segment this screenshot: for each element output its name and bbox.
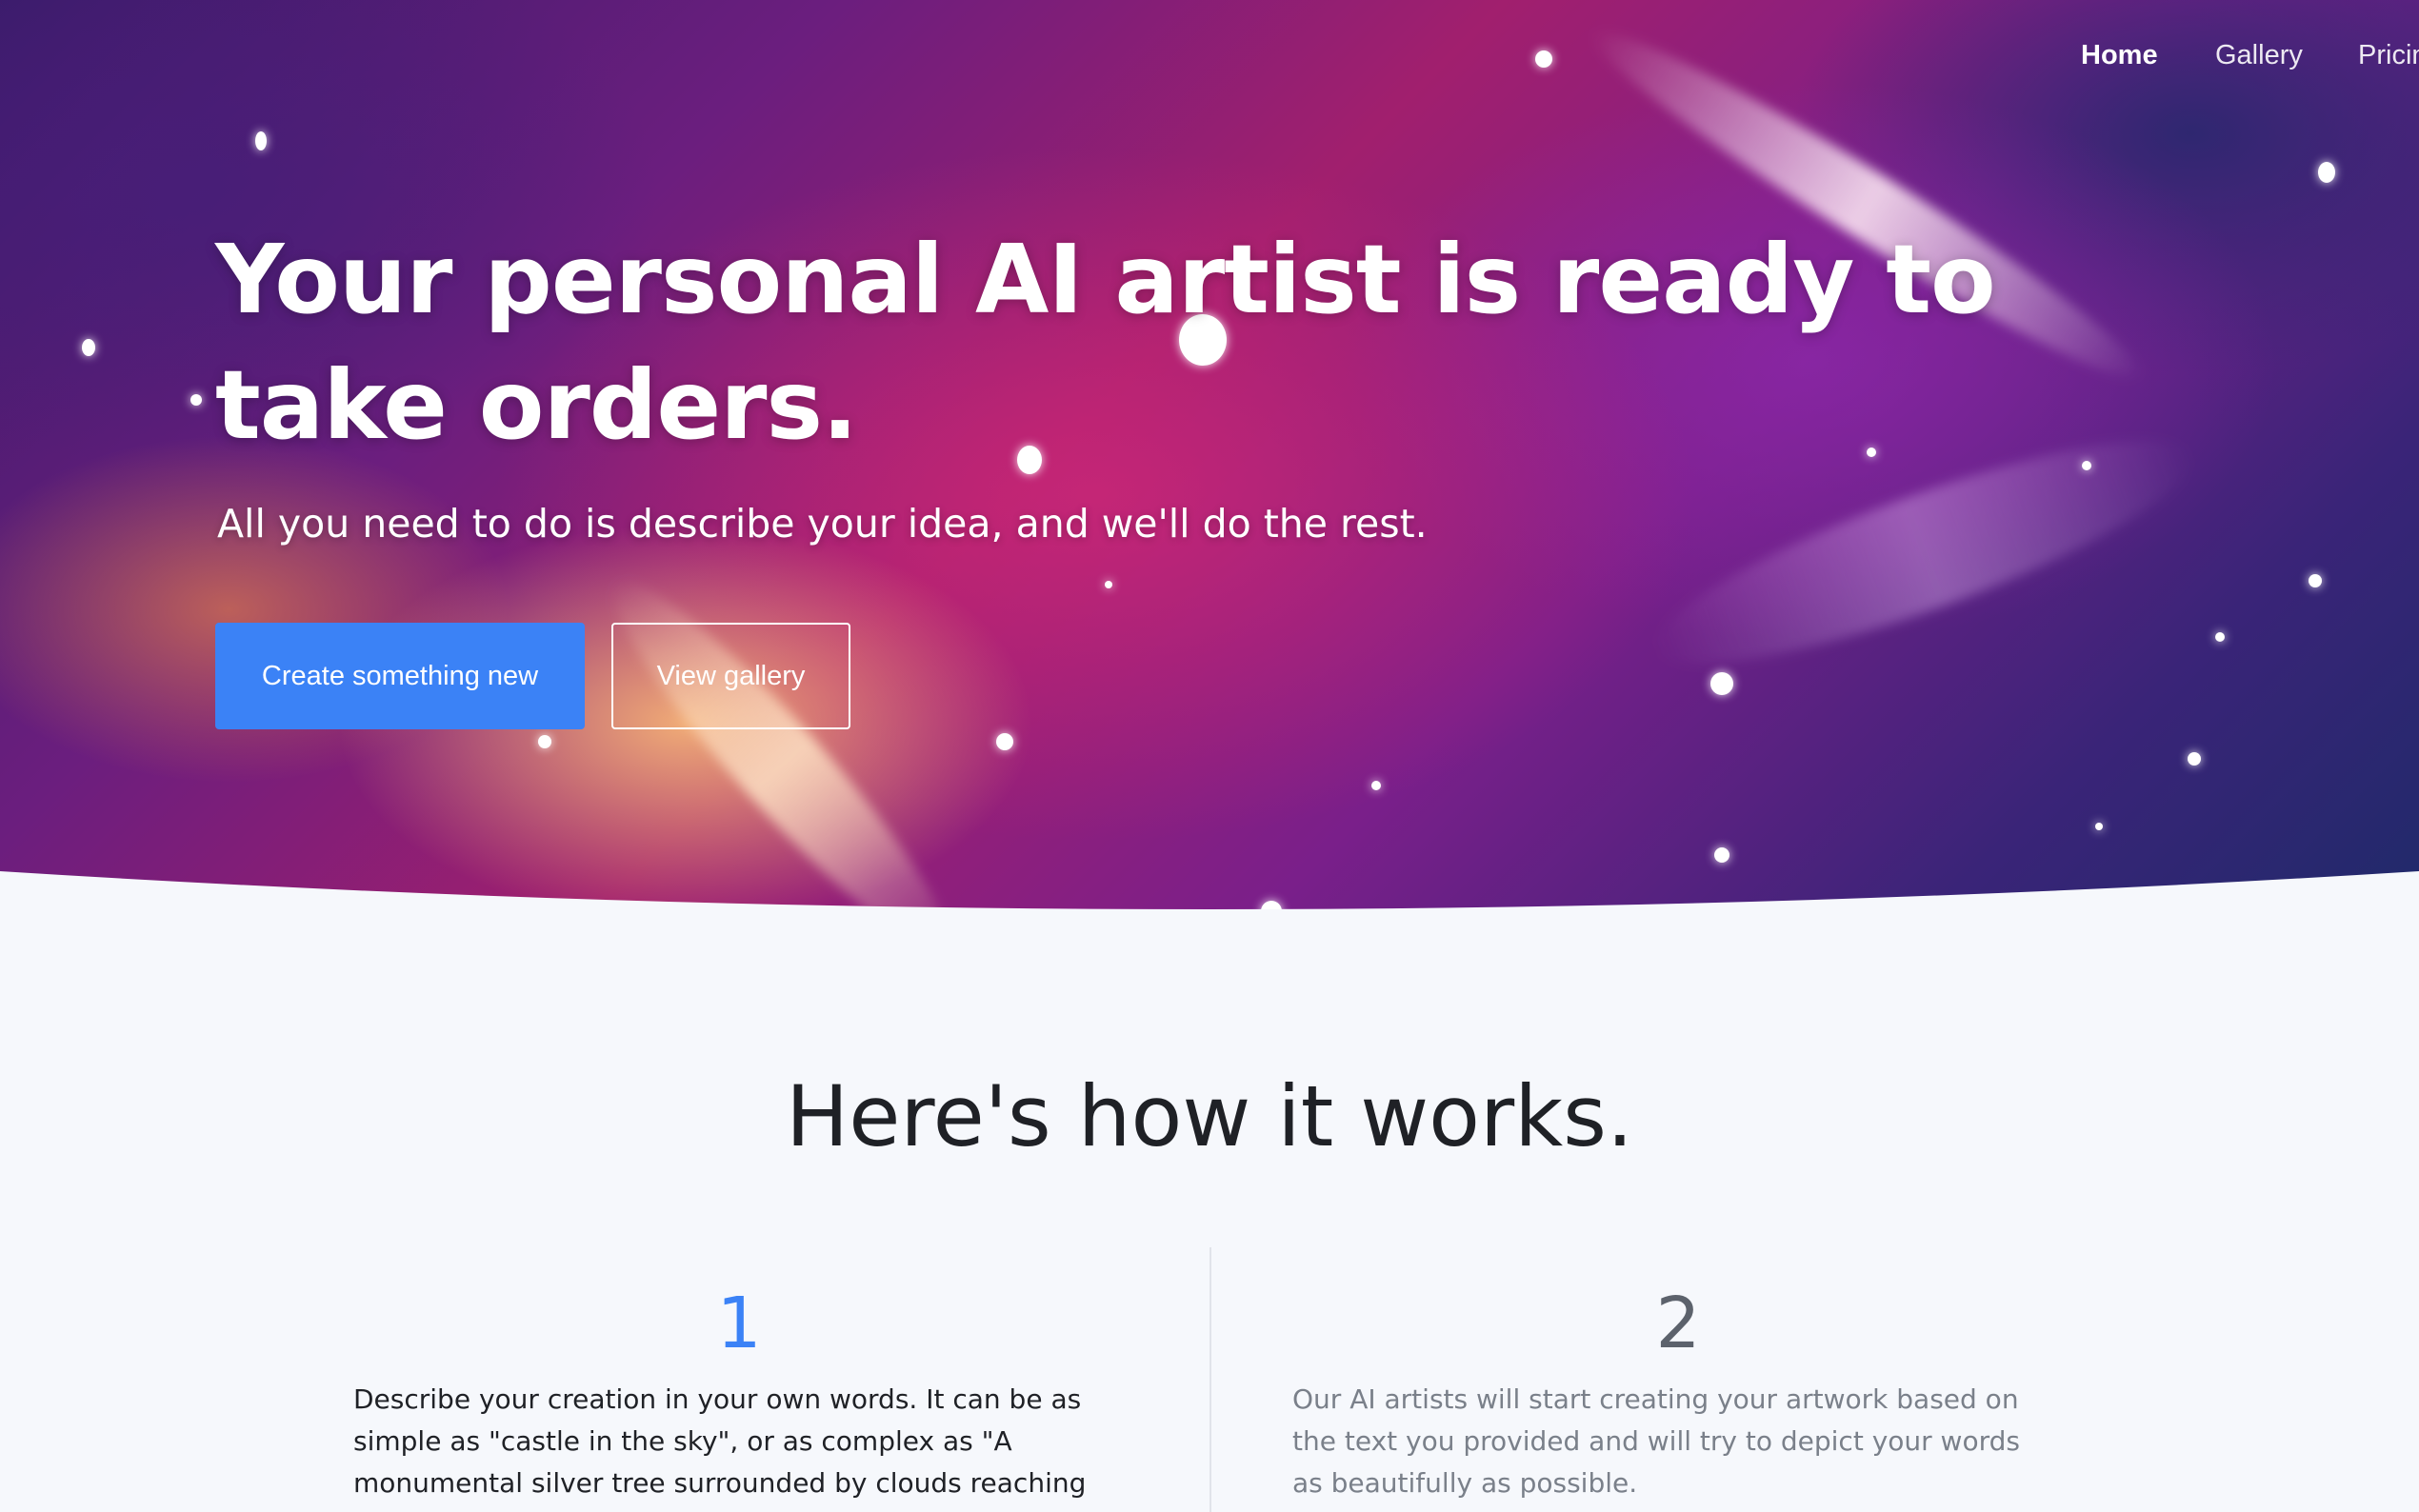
how-it-works-title: Here's how it works.	[786, 1067, 1633, 1165]
step-description: Our AI artists will start creating your …	[1292, 1383, 2020, 1499]
hero-star	[996, 733, 1013, 750]
hero-star	[2309, 574, 2322, 587]
view-gallery-button[interactable]: View gallery	[611, 623, 850, 729]
step-number: 2	[1655, 1283, 1701, 1364]
hero-star	[1105, 581, 1112, 588]
hero-star	[1371, 781, 1381, 790]
hero-star	[1714, 847, 1729, 863]
steps-divider	[1210, 1247, 1211, 1512]
hero-star	[2318, 162, 2335, 183]
hero-star	[2095, 823, 2103, 830]
hero-title: Your personal AI artist is ready to take…	[215, 224, 1996, 461]
hero-subtitle: All you need to do is describe your idea…	[217, 501, 1428, 547]
hero-star	[255, 131, 267, 150]
nav-link-home[interactable]: Home	[2081, 40, 2158, 71]
create-something-new-button[interactable]: Create something new	[215, 623, 585, 729]
nav-link-pricing[interactable]: Pricing	[2358, 40, 2419, 71]
hero-star	[2188, 752, 2201, 766]
hero-star	[82, 339, 95, 356]
hero-star	[2215, 632, 2225, 642]
top-nav: Home Gallery Pricing	[0, 29, 2419, 86]
hero-section: Home Gallery Pricing Your personal AI ar…	[0, 0, 2419, 928]
hero-star	[1710, 672, 1733, 695]
nav-link-gallery[interactable]: Gallery	[2215, 40, 2303, 71]
step-description: Describe your creation in your own words…	[353, 1383, 1087, 1512]
hero-star	[538, 735, 551, 748]
step-number: 1	[716, 1283, 762, 1364]
hero-star	[190, 394, 202, 406]
hero-bottom-curve	[0, 871, 2419, 928]
